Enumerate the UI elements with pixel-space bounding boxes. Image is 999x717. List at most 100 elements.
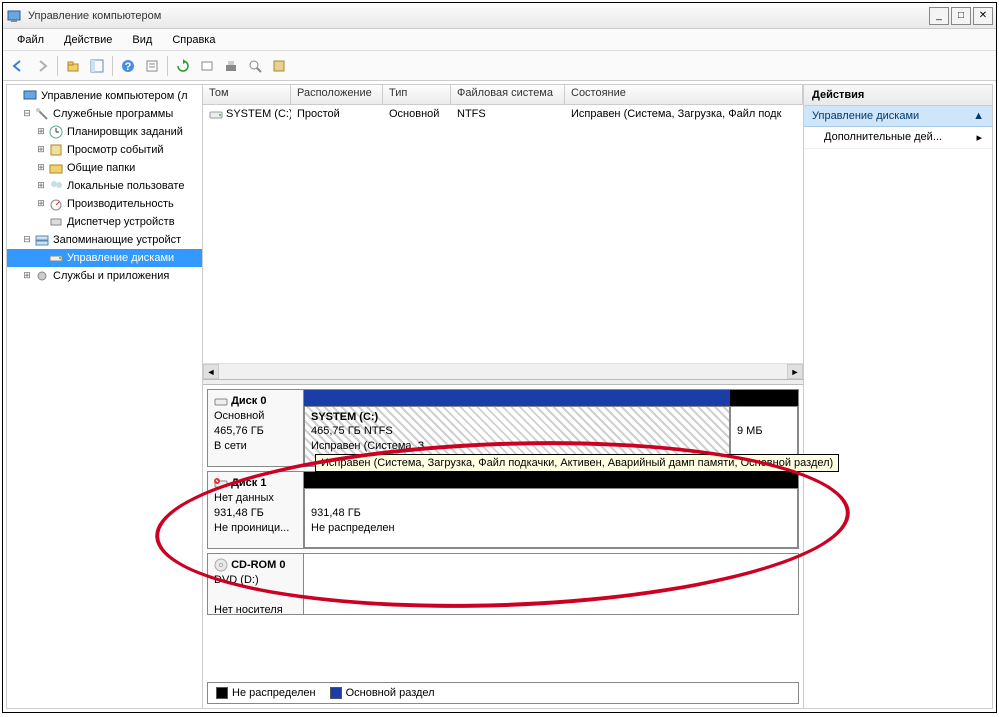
- tool-button-d[interactable]: [268, 55, 290, 77]
- help-button[interactable]: ?: [117, 55, 139, 77]
- tree-label: Планировщик заданий: [67, 126, 183, 138]
- window: Управление компьютером _ □ ✕ Файл Действ…: [2, 2, 997, 713]
- legend-unallocated: Не распределен: [216, 687, 316, 699]
- disk-1-vol-unallocated[interactable]: 931,48 ГБ Не распределен: [304, 488, 798, 548]
- refresh-button[interactable]: [172, 55, 194, 77]
- minimize-button[interactable]: _: [929, 7, 949, 25]
- tree-label: Службы и приложения: [53, 270, 169, 282]
- disk-graphical-view[interactable]: Диск 0 Основной 465,76 ГБ В сети SYSTEM …: [203, 385, 803, 682]
- computer-icon: [22, 88, 38, 104]
- cell-volume: SYSTEM (C:): [226, 108, 291, 120]
- disk-1-colorbar: [304, 472, 798, 488]
- menu-help[interactable]: Справка: [162, 31, 225, 49]
- close-button[interactable]: ✕: [973, 7, 993, 25]
- disk-1-size: 931,48 ГБ: [214, 507, 264, 519]
- tree-label: Диспетчер устройств: [67, 216, 175, 228]
- users-icon: [48, 178, 64, 194]
- svg-text:?: ?: [125, 61, 132, 73]
- disk-1-row[interactable]: Диск 1 Нет данных 931,48 ГБ Не проиници.…: [207, 471, 799, 549]
- menubar: Файл Действие Вид Справка: [3, 29, 996, 51]
- actions-more-label: Дополнительные дей...: [824, 131, 942, 144]
- collapse-icon: ▲: [973, 110, 984, 122]
- cdrom-icon: [214, 558, 228, 572]
- perf-icon: [48, 196, 64, 212]
- actions-section[interactable]: Управление дисками ▲: [804, 106, 992, 127]
- scroll-left-button[interactable]: ◄: [203, 364, 219, 379]
- nav-tree[interactable]: Управление компьютером (л ⊟Служебные про…: [7, 85, 203, 708]
- col-layout[interactable]: Расположение: [291, 85, 383, 104]
- tree-system-tools[interactable]: ⊟Служебные программы: [7, 105, 202, 123]
- col-type[interactable]: Тип: [383, 85, 451, 104]
- device-icon: [48, 214, 64, 230]
- volume-list[interactable]: SYSTEM (C:) Простой Основной NTFS Исправ…: [203, 105, 803, 379]
- tree-scheduler[interactable]: ⊞Планировщик заданий: [7, 123, 202, 141]
- gear-icon: [34, 268, 50, 284]
- window-title: Управление компьютером: [28, 10, 927, 22]
- tool-button-c[interactable]: [244, 55, 266, 77]
- back-button[interactable]: [7, 55, 29, 77]
- volume-row[interactable]: SYSTEM (C:) Простой Основной NTFS Исправ…: [203, 105, 803, 123]
- cell-status: Исправен (Система, Загрузка, Файл подк: [565, 108, 803, 120]
- tree-perf[interactable]: ⊞Производительность: [7, 195, 202, 213]
- center-panel: Том Расположение Тип Файловая система Со…: [203, 85, 804, 708]
- tree-diskmgmt[interactable]: Управление дисками: [7, 249, 202, 267]
- menu-action[interactable]: Действие: [54, 31, 122, 49]
- tree-shared[interactable]: ⊞Общие папки: [7, 159, 202, 177]
- col-volume[interactable]: Том: [203, 85, 291, 104]
- tree-devmgr[interactable]: Диспетчер устройств: [7, 213, 202, 231]
- disk-0-vol-fs: 465,75 ГБ NTFS: [311, 425, 393, 437]
- disk-warning-icon: [214, 477, 228, 489]
- cdrom-info: CD-ROM 0 DVD (D:) Нет носителя: [208, 554, 304, 614]
- disk-icon: [214, 395, 228, 407]
- tree-label: Управление дисками: [67, 252, 174, 264]
- tools-icon: [34, 106, 50, 122]
- legend: Не распределен Основной раздел: [207, 682, 799, 704]
- actions-more[interactable]: Дополнительные дей... ▸: [804, 127, 992, 149]
- actions-header: Действия: [804, 85, 992, 106]
- maximize-button[interactable]: □: [951, 7, 971, 25]
- tree-label: Производительность: [67, 198, 174, 210]
- tree-users[interactable]: ⊞Локальные пользовате: [7, 177, 202, 195]
- diskmgmt-icon: [48, 250, 64, 266]
- disk-1-unalloc-status: Не распределен: [311, 522, 395, 534]
- show-hide-tree-button[interactable]: [86, 55, 108, 77]
- volume-list-scrollbar[interactable]: ◄ ►: [203, 363, 803, 379]
- tree-label: Служебные программы: [53, 108, 173, 120]
- tree-label: Общие папки: [67, 162, 135, 174]
- properties-button[interactable]: [141, 55, 163, 77]
- tree-eventvwr[interactable]: ⊞Просмотр событий: [7, 141, 202, 159]
- tree-storage[interactable]: ⊟Запоминающие устройст: [7, 231, 202, 249]
- tool-button-b[interactable]: [220, 55, 242, 77]
- disk-0-vol-status: Исправен (Система, З: [311, 440, 424, 452]
- col-status[interactable]: Состояние: [565, 85, 803, 104]
- disk-0-title: Диск 0: [231, 395, 266, 407]
- col-fs[interactable]: Файловая система: [451, 85, 565, 104]
- storage-icon: [34, 232, 50, 248]
- volume-list-header: Том Расположение Тип Файловая система Со…: [203, 85, 803, 105]
- disk-1-volumes: 931,48 ГБ Не распределен: [304, 472, 798, 548]
- volume-status-tooltip: Исправен (Система, Загрузка, Файл подкач…: [315, 454, 839, 472]
- tree-root[interactable]: Управление компьютером (л: [7, 87, 202, 105]
- scroll-right-button[interactable]: ►: [787, 364, 803, 379]
- legend-unallocated-label: Не распределен: [232, 687, 316, 699]
- menu-view[interactable]: Вид: [122, 31, 162, 49]
- app-icon: [6, 8, 22, 24]
- cdrom-kind: DVD (D:): [214, 574, 259, 586]
- disk-1-state: Не проиници...: [214, 522, 289, 534]
- tool-button-a[interactable]: [196, 55, 218, 77]
- cdrom-row[interactable]: CD-ROM 0 DVD (D:) Нет носителя: [207, 553, 799, 615]
- disk-0-colorbar: [304, 390, 798, 406]
- cell-layout: Простой: [291, 108, 383, 120]
- cdrom-state: Нет носителя: [214, 604, 283, 616]
- disk-0-vol-name: SYSTEM (C:): [311, 411, 378, 423]
- tree-services-apps[interactable]: ⊞Службы и приложения: [7, 267, 202, 285]
- forward-button[interactable]: [31, 55, 53, 77]
- menu-file[interactable]: Файл: [7, 31, 54, 49]
- disk-1-info: Диск 1 Нет данных 931,48 ГБ Не проиници.…: [208, 472, 304, 548]
- up-button[interactable]: [62, 55, 84, 77]
- cdrom-volumes: [304, 554, 798, 614]
- titlebar: Управление компьютером _ □ ✕: [3, 3, 996, 29]
- disk-1-unalloc-size: 931,48 ГБ: [311, 507, 361, 519]
- legend-primary: Основной раздел: [330, 687, 435, 699]
- cdrom-title: CD-ROM 0: [231, 559, 285, 571]
